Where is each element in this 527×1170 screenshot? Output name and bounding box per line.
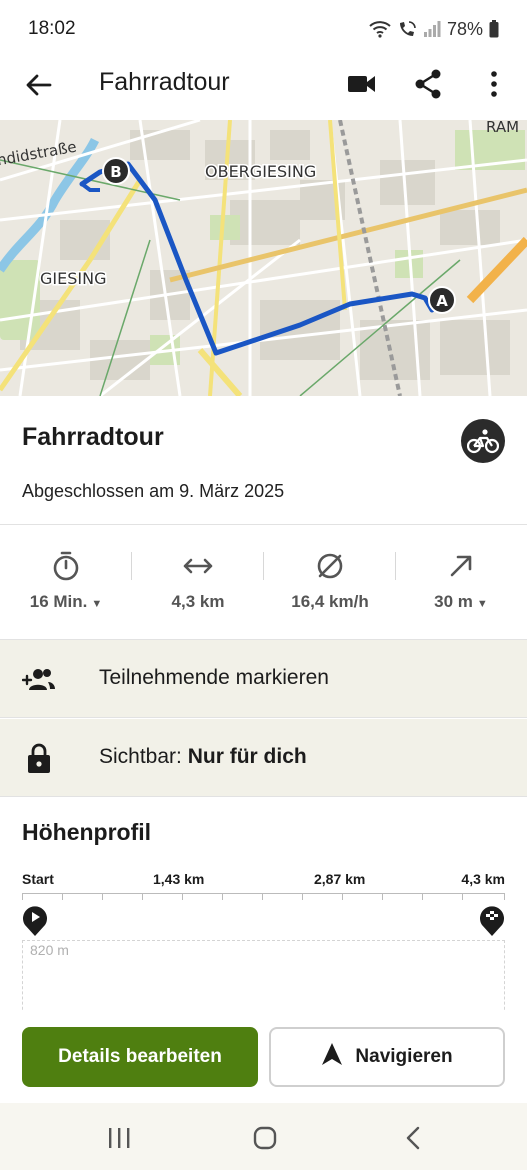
stats-row: 16 Min. ▼ 4,3 km 16,4 km/h 30 m ▼ — [0, 526, 527, 640]
tag-participants-label: Teilnehmende markieren — [99, 666, 329, 689]
map-label-obergiesing: OBERGIESING — [205, 162, 316, 181]
distance-icon — [182, 550, 214, 582]
navigation-arrow-icon — [321, 1042, 343, 1072]
stat-avg-speed-value: 16,4 km/h — [291, 592, 369, 611]
elevation-chart-area — [22, 940, 505, 1020]
chevron-down-icon: ▼ — [476, 598, 488, 610]
elevation-distance-labels: Start 1,43 km 2,87 km 4,3 km — [22, 871, 505, 891]
add-people-icon — [21, 662, 56, 696]
more-vert-icon[interactable] — [476, 66, 512, 102]
elevation-label-start: Start — [22, 871, 54, 887]
back-arrow-icon[interactable] — [22, 68, 56, 102]
home-icon[interactable] — [248, 1121, 282, 1155]
stat-elevation-value: 30 m — [434, 592, 473, 611]
map-label-ram: RAM — [486, 120, 519, 136]
signal-icon — [423, 20, 441, 38]
share-icon[interactable] — [410, 66, 446, 102]
stat-duration-value: 16 Min. — [29, 592, 88, 611]
elevation-label-1: 1,43 km — [153, 871, 205, 887]
video-icon[interactable] — [344, 66, 380, 102]
map-label-giesing: GIESING — [40, 269, 106, 288]
route-start-label: A — [436, 292, 448, 310]
elevation-title: Höhenprofil — [22, 819, 152, 845]
recent-apps-icon[interactable] — [102, 1121, 136, 1155]
elevation-up-icon — [445, 550, 477, 582]
stat-duration[interactable]: 16 Min. ▼ — [0, 526, 132, 640]
route-start-marker[interactable]: A — [428, 286, 456, 314]
route-end-label: B — [110, 163, 121, 181]
wifi-icon — [369, 20, 391, 38]
page-title: Fahrradtour — [99, 68, 230, 96]
navigate-label: Navigieren — [355, 1046, 453, 1067]
stat-avg-speed: 16,4 km/h — [264, 526, 396, 640]
elevation-y-label: 820 m — [30, 942, 69, 958]
chevron-down-icon: ▼ — [91, 598, 103, 610]
stat-elevation[interactable]: 30 m ▼ — [395, 526, 527, 640]
edit-details-button[interactable]: Details bearbeiten — [22, 1027, 258, 1087]
app-bar: Fahrradtour — [0, 58, 527, 120]
status-icons: 78% — [369, 19, 499, 40]
battery-percent: 78% — [446, 18, 483, 39]
battery-icon — [489, 20, 499, 38]
status-bar: 18:02 78% — [0, 0, 527, 58]
visibility-prefix: Sichtbar: — [99, 745, 182, 768]
navigate-button[interactable]: Navigieren — [269, 1027, 505, 1087]
tag-participants-row[interactable]: Teilnehmende markieren — [0, 640, 527, 718]
tour-name: Fahrradtour — [22, 423, 164, 451]
bottom-actions: Details bearbeiten Navigieren — [0, 1011, 527, 1103]
wifi-call-icon — [397, 20, 417, 38]
route-end-marker[interactable]: B — [102, 157, 130, 185]
avg-speed-icon — [314, 550, 346, 582]
elevation-profile[interactable]: Höhenprofil Start 1,43 km 2,87 km 4,3 km… — [0, 797, 527, 1020]
start-flag-icon — [22, 905, 48, 937]
tour-completed-date: Abgeschlossen am 9. März 2025 — [22, 481, 285, 501]
elevation-axis — [22, 893, 505, 901]
bicycle-icon[interactable] — [461, 419, 505, 463]
visibility-row[interactable]: Sichtbar: Nur für dich — [0, 719, 527, 797]
back-nav-icon[interactable] — [396, 1121, 430, 1155]
elevation-label-2: 2,87 km — [314, 871, 366, 887]
visibility-label: Sichtbar: Nur für dich — [99, 745, 307, 769]
finish-flag-icon — [479, 905, 505, 937]
route-map[interactable]: ndidstraße OBERGIESING GIESING RAM B A — [0, 120, 527, 396]
status-time: 18:02 — [28, 18, 76, 39]
timer-icon — [50, 550, 82, 582]
tour-header: Fahrradtour Abgeschlossen am 9. März 202… — [0, 397, 527, 525]
stat-distance-value: 4,3 km — [171, 592, 225, 611]
elevation-label-end: 4,3 km — [461, 871, 505, 887]
visibility-value: Nur für dich — [187, 745, 307, 768]
system-nav-bar — [0, 1103, 527, 1170]
lock-icon — [22, 741, 56, 775]
stat-distance: 4,3 km — [132, 526, 264, 640]
